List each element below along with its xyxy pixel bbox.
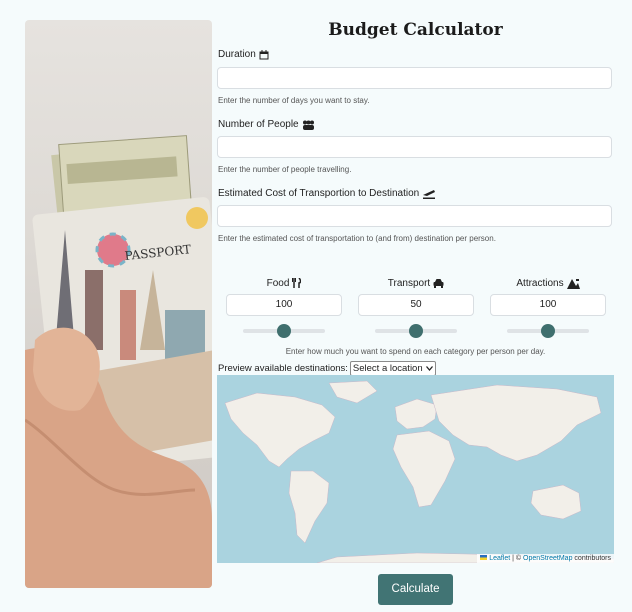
food-value-input[interactable]: 100	[226, 294, 342, 316]
attractions-slider[interactable]	[507, 324, 589, 338]
attractions-label: Attractions	[489, 276, 607, 290]
transport-cost-input[interactable]	[217, 205, 612, 227]
chevron-down-icon	[425, 366, 433, 371]
people-help: Enter the number of people travelling.	[218, 165, 352, 174]
transport-cost-label: Estimated Cost of Transportion to Destin…	[218, 188, 436, 199]
people-input[interactable]	[217, 136, 612, 158]
food-slider-thumb[interactable]	[277, 324, 291, 338]
australia-landmass	[530, 484, 582, 520]
leaflet-link[interactable]: Leaflet	[489, 555, 510, 562]
destination-map[interactable]: Leaflet | © OpenStreetMap contributors	[217, 375, 614, 563]
flag-icon	[480, 555, 488, 560]
attractions-category: Attractions 100	[489, 276, 607, 338]
food-label-text: Food	[266, 277, 290, 289]
north-america-landmass	[224, 392, 336, 468]
passport-illustration: PASSPORT	[25, 135, 212, 588]
calculate-button[interactable]: Calculate	[378, 574, 453, 605]
page-title: Budget Calculator	[328, 20, 503, 40]
attribution-separator: | ©	[512, 555, 522, 562]
transport-cost-label-text: Estimated Cost of Transportion to Destin…	[218, 188, 420, 199]
europe-landmass	[394, 398, 438, 430]
preview-row: Preview available destinations: Select a…	[218, 361, 436, 376]
people-label: Number of People	[218, 119, 315, 130]
location-select[interactable]: Select a location	[349, 361, 436, 376]
food-category: Food 100	[225, 276, 343, 338]
osm-link[interactable]: OpenStreetMap	[523, 555, 572, 562]
calendar-icon	[259, 49, 269, 59]
attractions-slider-thumb[interactable]	[541, 324, 555, 338]
duration-input[interactable]	[217, 67, 612, 89]
duration-label-text: Duration	[218, 49, 256, 60]
location-select-value: Select a location	[352, 363, 423, 374]
people-label-text: Number of People	[218, 119, 299, 130]
greenland-landmass	[328, 380, 378, 404]
preview-label: Preview available destinations:	[218, 363, 348, 374]
attractions-value-input[interactable]: 100	[490, 294, 606, 316]
transport-label: Transport	[357, 276, 475, 290]
transport-label-text: Transport	[387, 277, 431, 289]
map-attribution: Leaflet | © OpenStreetMap contributors	[477, 554, 614, 563]
category-help: Enter how much you want to spend on each…	[285, 347, 546, 356]
transport-category: Transport 50	[357, 276, 475, 338]
duration-label: Duration	[218, 49, 269, 60]
passport-photo: PASSPORT	[25, 20, 212, 588]
africa-landmass	[392, 430, 456, 508]
duration-help: Enter the number of days you want to sta…	[218, 96, 370, 105]
transport-slider[interactable]	[375, 324, 457, 338]
transport-value-input[interactable]: 50	[358, 294, 474, 316]
attractions-label-text: Attractions	[516, 277, 564, 289]
food-label: Food	[225, 276, 343, 290]
transport-slider-thumb[interactable]	[409, 324, 423, 338]
utensils-icon	[292, 278, 302, 288]
car-icon	[433, 279, 444, 288]
transport-cost-help: Enter the estimated cost of transportati…	[218, 234, 496, 243]
landmark-icon	[566, 278, 580, 289]
world-map	[224, 380, 614, 563]
asia-landmass	[430, 384, 602, 462]
south-america-landmass	[288, 470, 330, 544]
food-slider[interactable]	[243, 324, 325, 338]
attribution-contributors: contributors	[574, 555, 611, 562]
people-icon	[302, 120, 314, 130]
plane-departure-icon	[423, 189, 436, 199]
